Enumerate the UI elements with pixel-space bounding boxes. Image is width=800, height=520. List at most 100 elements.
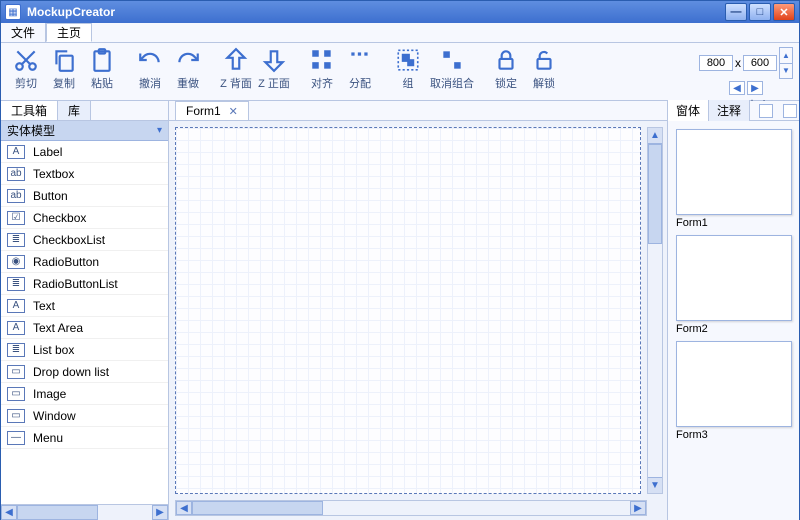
copy-button[interactable]: 复制 [45,45,83,91]
tool-icon: ☑ [7,211,25,225]
menu-home[interactable]: 主页 [46,23,92,42]
scissors-icon [13,47,39,73]
ungroup-button[interactable]: 取消组合 [427,45,477,91]
form-thumbnail[interactable]: Form1 [676,129,792,229]
spin-up-icon[interactable]: ▲ [780,48,792,64]
page-height-input[interactable] [743,55,777,71]
menubar: 文件 主页 [1,23,799,43]
tab-toolbox[interactable]: 工具箱 [1,101,58,120]
tab-windows[interactable]: 窗体 [668,100,709,121]
tab-notes[interactable]: 注释 [709,100,750,121]
unlock-icon [531,47,557,73]
size-spinner[interactable]: ▲▼ [779,47,793,79]
zfront-label: Z 正面 [258,75,290,91]
scroll-right-icon[interactable]: ▶ [152,505,168,520]
align-button[interactable]: 对齐 [303,45,341,91]
app-icon: ▦ [5,4,21,20]
redo-button[interactable]: 重做 [169,45,207,91]
toolbox-item[interactable]: abButton [1,185,168,207]
tool-icon: ▭ [7,409,25,423]
tab-library[interactable]: 库 [58,101,91,120]
ungroup-label: 取消组合 [430,75,474,91]
redo-label: 重做 [177,75,199,91]
align-icon [309,47,335,73]
distribute-button[interactable]: 分配 [341,45,379,91]
spin-down-icon[interactable]: ▼ [780,64,792,79]
toolbox-item[interactable]: AText [1,295,168,317]
tool-label: Image [33,387,66,401]
zfront-button[interactable]: Z 正面 [255,45,293,91]
scroll-thumb[interactable] [17,505,98,520]
canvas-hscrollbar[interactable]: ◀ ▶ [175,500,647,516]
scroll-up-icon[interactable]: ▲ [648,128,662,144]
page-next-button[interactable]: ▶ [747,81,763,95]
toolbox-item[interactable]: ◉RadioButton [1,251,168,273]
toolbox-item[interactable]: AText Area [1,317,168,339]
form-thumbnail[interactable]: Form2 [676,235,792,335]
maximize-button[interactable]: □ [749,3,771,21]
tool-icon: A [7,145,25,159]
thumbnail-label: Form1 [676,215,792,229]
thumbnail-label: Form2 [676,321,792,335]
tool-label: Text [33,299,55,313]
scroll-thumb[interactable] [192,501,323,515]
scroll-thumb[interactable] [648,144,662,244]
zback-button[interactable]: Z 背面 [217,45,255,91]
bring-front-icon [261,47,287,73]
tool-label: Checkbox [33,211,86,225]
tool-label: Menu [33,431,63,445]
toolbox-item[interactable]: ☑ Checkbox [1,207,168,229]
tool-label: RadioButton [33,255,99,269]
toolbox-item[interactable]: —Menu [1,427,168,449]
ungroup-icon [439,47,465,73]
toolbox-item[interactable]: ▭Drop down list [1,361,168,383]
document-tab-form1[interactable]: Form1 ✕ [175,101,249,120]
paste-button[interactable]: 粘贴 [83,45,121,91]
group-header-label: 实体模型 [7,122,55,139]
menu-file[interactable]: 文件 [1,23,46,42]
toolbox-item[interactable]: ≣CheckboxList [1,229,168,251]
tool-icon: A [7,321,25,335]
lock-button[interactable]: 锁定 [487,45,525,91]
design-canvas[interactable] [175,127,641,494]
minimize-button[interactable]: — [725,3,747,21]
toolbox-group-header[interactable]: 实体模型 ▾ [1,121,168,141]
scroll-right-icon[interactable]: ▶ [630,501,646,515]
toolbox-item[interactable]: A Label [1,141,168,163]
distribute-label: 分配 [349,75,371,91]
left-hscrollbar[interactable]: ◀ ▶ [1,504,168,520]
main-area: 工具箱 库 实体模型 ▾ A Label abTextboxabButton ☑ Che… [1,101,799,520]
collapse-icon: ▾ [157,125,162,136]
undo-button[interactable]: 撤消 [131,45,169,91]
scroll-down-icon[interactable]: ▼ [648,477,662,493]
scroll-left-icon[interactable]: ◀ [176,501,192,515]
close-button[interactable]: ✕ [773,3,795,21]
page-width-input[interactable] [699,55,733,71]
tool-label: Label [33,145,62,159]
group-icon [395,47,421,73]
close-tab-icon[interactable]: ✕ [229,105,238,118]
toolbox-item[interactable]: ▭Window [1,405,168,427]
cut-button[interactable]: 剪切 [7,45,45,91]
toolbox-item[interactable]: ▭Image [1,383,168,405]
page-prev-button[interactable]: ◀ [729,81,745,95]
center-panel: Form1 ✕ ▲ ▼ ◀ ▶ [169,101,667,520]
ribbon: 剪切 复制 粘贴 撤消 重做 Z 背面 Z 正面 [1,43,799,101]
toolbox-item[interactable]: ≣List box [1,339,168,361]
toolbox-item[interactable]: abTextbox [1,163,168,185]
tool-icon: ▭ [7,365,25,379]
panel-icon-2[interactable] [783,104,797,118]
left-panel: 工具箱 库 实体模型 ▾ A Label abTextboxabButton ☑ Che… [1,101,169,520]
form-thumbnails: Form1 Form2 Form3 [668,121,799,520]
toolbox-item[interactable]: ≣RadioButtonList [1,273,168,295]
right-panel: 窗体 注释 Form1 Form2 Form3 [667,101,799,520]
scroll-left-icon[interactable]: ◀ [1,505,17,520]
canvas-vscrollbar[interactable]: ▲ ▼ [647,127,663,494]
form-thumbnail[interactable]: Form3 [676,341,792,441]
thumbnail-label: Form3 [676,427,792,441]
doc-tab-label: Form1 [186,104,221,118]
group-button[interactable]: 组 [389,45,427,91]
panel-icon-1[interactable] [759,104,773,118]
unlock-button[interactable]: 解锁 [525,45,563,91]
distribute-icon [347,47,373,73]
